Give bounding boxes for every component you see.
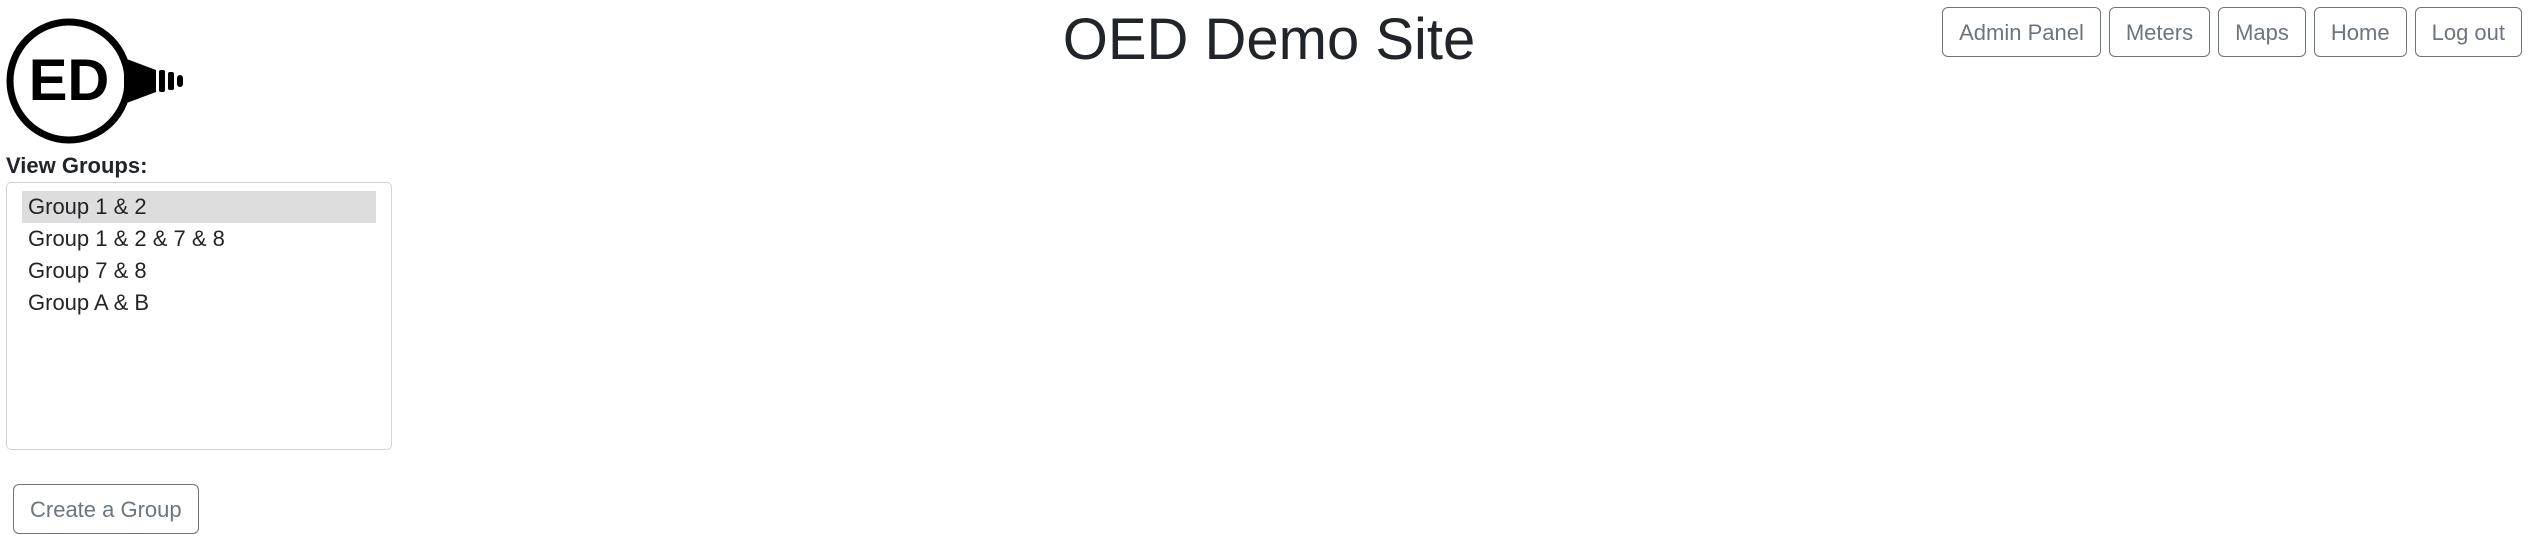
create-group-button[interactable]: Create a Group — [13, 484, 199, 534]
group-option[interactable]: Group 1 & 2 — [22, 191, 376, 223]
maps-button[interactable]: Maps — [2218, 7, 2306, 57]
groups-listbox[interactable]: Group 1 & 2 Group 1 & 2 & 7 & 8 Group 7 … — [6, 182, 392, 450]
group-option[interactable]: Group 1 & 2 & 7 & 8 — [22, 223, 376, 255]
meters-button[interactable]: Meters — [2108, 7, 2211, 57]
home-button[interactable]: Home — [2313, 7, 2407, 57]
site-title: OED Demo Site — [1062, 7, 1476, 72]
top-nav: Admin Panel Meters Maps Home Log out — [1942, 7, 2522, 57]
log-out-button[interactable]: Log out — [2414, 7, 2522, 57]
admin-panel-button[interactable]: Admin Panel — [1942, 7, 2101, 57]
view-groups-label: View Groups: — [6, 153, 148, 178]
oed-logo[interactable]: ED — [6, 18, 188, 144]
page: ED OED Demo Site Admin Panel Meters Maps… — [0, 0, 2538, 548]
group-option[interactable]: Group 7 & 8 — [22, 255, 376, 287]
group-option[interactable]: Group A & B — [22, 287, 376, 319]
lightbulb-logo-icon: ED — [6, 18, 183, 144]
logo-text: ED — [29, 48, 110, 113]
